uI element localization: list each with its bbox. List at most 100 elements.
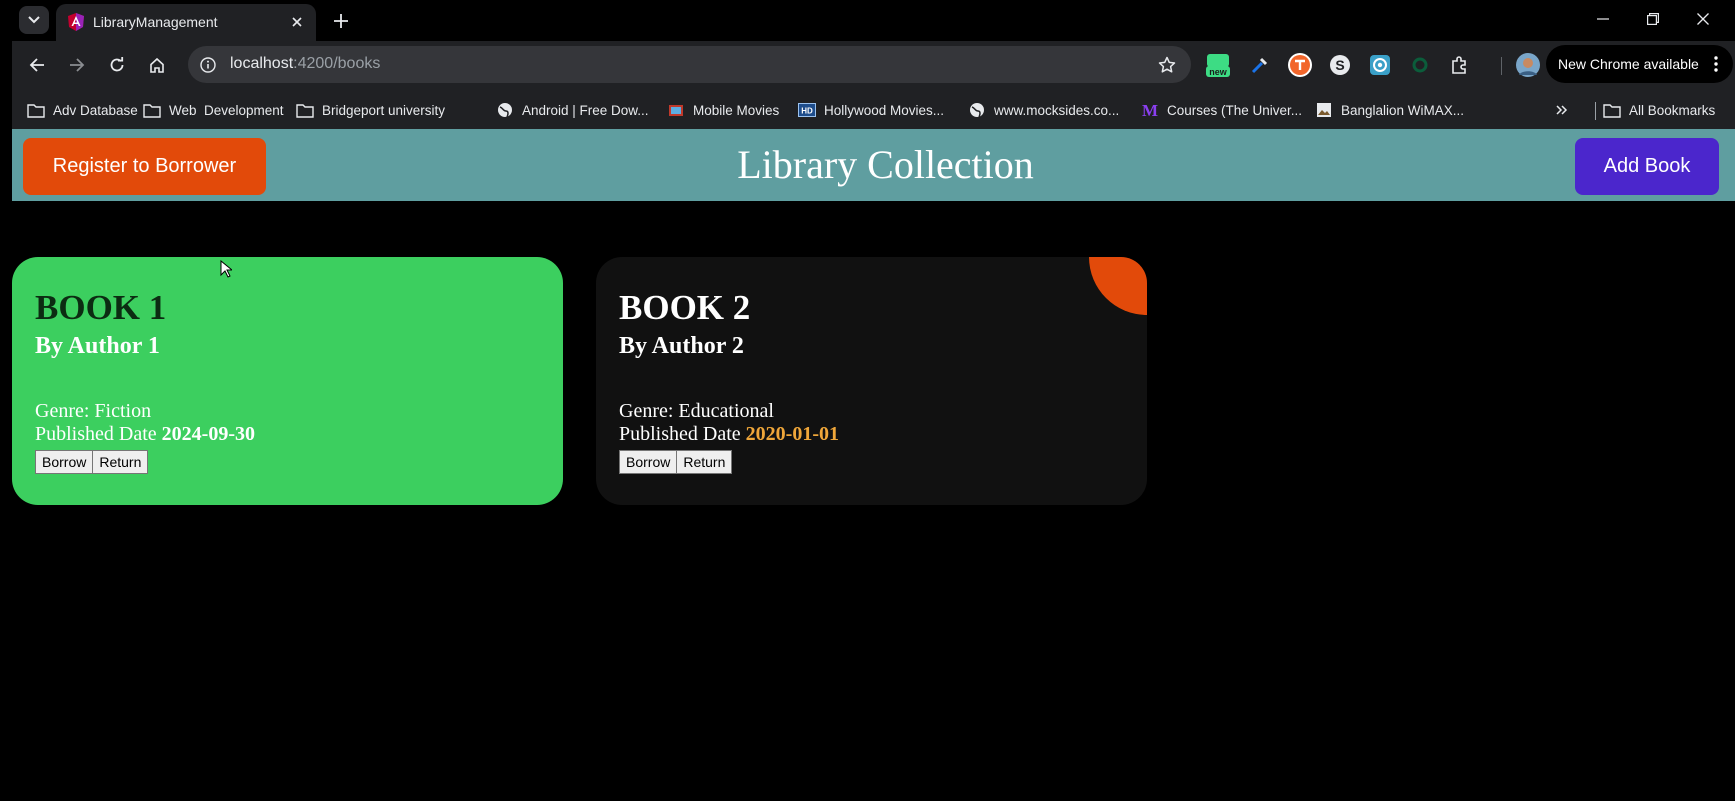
bookmark-bridgeport-university[interactable]: Bridgeport university [295,99,445,121]
minimize-button[interactable] [1578,0,1628,38]
bookmark-adv-database[interactable]: Adv Database [26,99,138,121]
translate-extension-button[interactable] [1286,51,1314,79]
all-bookmarks-button[interactable]: All Bookmarks [1602,99,1715,121]
tab-title: LibraryManagement [93,14,218,30]
chevron-down-icon [28,16,40,24]
url-text: localhost:4200/books [230,55,380,73]
tab-search-button[interactable] [19,6,49,34]
svg-text:HD: HD [801,107,813,116]
translate-icon [1288,53,1312,77]
forward-button[interactable] [61,49,93,81]
svg-text:M: M [1142,102,1158,118]
more-bookmarks-button[interactable] [1550,99,1574,121]
star-icon [1158,56,1176,73]
book-actions: Borrow Return [619,450,733,474]
close-icon [1697,13,1709,25]
extension-badge: new [1209,67,1228,77]
add-book-button[interactable]: Add Book [1575,138,1719,195]
bookmark-courses[interactable]: M Courses (The Univer... [1140,99,1302,121]
reload-button[interactable] [101,49,133,81]
double-chevron-right-icon [1556,105,1568,115]
bookmark-hollywood-movies[interactable]: HD Hollywood Movies... [797,99,944,121]
page-title: Library Collection [737,142,1034,187]
bookmark-mocksides[interactable]: www.mocksides.co... [967,99,1119,121]
arrow-left-icon [29,58,44,72]
site-icon [666,101,686,119]
book-title: BOOK 1 [35,288,167,327]
borrow-button[interactable]: Borrow [35,450,94,474]
bookmark-web-development[interactable]: Web Development [142,99,284,121]
info-icon [200,57,216,73]
eyedropper-extension-button[interactable] [1246,51,1274,79]
bookmark-label: Mobile Movies [693,102,780,118]
app-header: Register to Borrower Library Collection … [12,129,1735,201]
bookmarks-bar: Adv Database Web Development Bridgeport … [12,90,1735,129]
mouse-cursor-icon [220,260,232,278]
home-button[interactable] [141,49,173,81]
book-title: BOOK 2 [619,288,751,327]
green-extension-button[interactable] [1406,51,1434,79]
eyedropper-icon [1251,57,1268,74]
s-circle-icon: S [1330,55,1350,75]
extensions-menu-button[interactable] [1446,51,1474,79]
extension-new-button[interactable]: new [1204,51,1232,79]
book-published: Published Date 2020-01-01 [619,423,839,446]
update-label: New Chrome available [1558,56,1699,72]
avatar [1516,53,1540,77]
close-window-button[interactable] [1678,0,1728,38]
kebab-menu-icon[interactable] [1705,52,1727,76]
back-button[interactable] [21,49,53,81]
url-host: localhost [230,55,294,72]
globe-icon [967,101,987,119]
published-date-label: Published Date [619,423,741,445]
s-extension-button[interactable]: S [1326,51,1354,79]
site-info-button[interactable] [196,53,220,77]
svg-text:S: S [1335,57,1344,73]
android-extension-icon: new [1206,54,1230,77]
tab-strip: LibraryManagement [0,0,1735,41]
url-path: :4200/books [293,55,381,72]
return-button[interactable]: Return [676,450,733,474]
m-icon: M [1140,101,1160,119]
close-icon [292,17,302,27]
bookmark-star-button[interactable] [1155,53,1179,77]
restore-button[interactable] [1628,0,1678,38]
plus-icon [334,14,348,28]
profile-button[interactable] [1512,49,1544,81]
published-date-label: Published Date [35,423,157,445]
tab-close-button[interactable] [286,11,308,33]
restore-icon [1647,13,1659,25]
browser-toolbar: localhost:4200/books new S New Chrome av… [12,41,1735,90]
bookmarks-divider [1595,102,1596,120]
book-card: BOOK 2 By Author 2 Genre: Educational Pu… [596,257,1147,505]
corner-decoration [1089,257,1147,315]
toolbar-divider [1501,57,1502,75]
bookmark-mobile-movies[interactable]: Mobile Movies [666,99,779,121]
folder-icon [26,101,46,119]
borrow-button[interactable]: Borrow [619,450,678,474]
bookmark-label: Hollywood Movies... [824,102,945,118]
reload-icon [110,57,124,72]
book-card: BOOK 1 By Author 1 Genre: Fiction Publis… [12,257,563,505]
angular-icon [68,13,84,31]
address-bar[interactable]: localhost:4200/books [188,46,1191,83]
minimize-icon [1597,18,1609,20]
book-genre: Genre: Educational [619,400,774,422]
mail-extension-button[interactable] [1366,51,1394,79]
return-button[interactable]: Return [92,450,149,474]
book-actions: Borrow Return [35,450,149,474]
book-author: By Author 1 [35,333,160,359]
image-icon [1314,101,1334,119]
at-sign-icon [1370,55,1390,75]
bookmark-banglalion[interactable]: Banglalion WiMAX... [1314,99,1464,121]
book-genre: Genre: Fiction [35,400,152,422]
chrome-update-button[interactable]: New Chrome available [1546,45,1733,83]
published-date-value: 2020-01-01 [745,423,839,445]
book-published: Published Date 2024-09-30 [35,423,255,446]
arrow-right-icon [70,58,85,72]
folder-icon [142,101,162,119]
new-tab-button[interactable] [326,6,356,36]
all-bookmarks-label: All Bookmarks [1629,102,1716,118]
bookmark-android[interactable]: Android | Free Dow... [495,99,649,121]
active-tab[interactable]: LibraryManagement [56,4,316,41]
